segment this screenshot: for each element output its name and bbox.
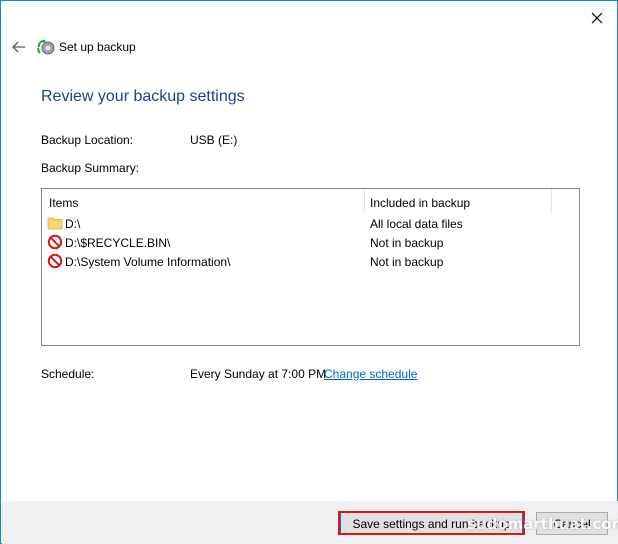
list-item[interactable]: D:\System Volume Information\ Not in bac… (42, 252, 579, 271)
excluded-icon (47, 234, 63, 250)
title-bar: Set up backup (9, 37, 136, 57)
schedule-value: Every Sunday at 7:00 PM (190, 367, 327, 381)
setup-backup-window: Set up backup Review your backup setting… (0, 0, 618, 544)
page-heading: Review your backup settings (41, 88, 245, 105)
close-button[interactable] (585, 7, 609, 29)
watermark-text: sudomarthuat.com (467, 515, 618, 533)
back-button[interactable] (9, 37, 29, 57)
backup-app-icon (37, 39, 55, 55)
schedule-label: Schedule: (41, 367, 95, 381)
back-arrow-icon (12, 41, 25, 53)
column-header-included[interactable]: Included in backup (370, 196, 470, 210)
backup-summary-label: Backup Summary: (41, 161, 140, 175)
column-separator[interactable] (551, 189, 552, 213)
close-icon (591, 12, 603, 24)
column-separator[interactable] (364, 189, 365, 213)
item-status: All local data files (370, 217, 463, 231)
column-header-items[interactable]: Items (49, 196, 78, 210)
excluded-icon (47, 253, 63, 269)
window-title: Set up backup (59, 40, 136, 54)
item-name: D:\ (65, 217, 81, 231)
folder-icon (47, 217, 63, 230)
item-status: Not in backup (370, 236, 444, 250)
list-header: Items Included in backup (42, 189, 579, 215)
backup-summary-list[interactable]: Items Included in backup D:\ All local d… (41, 188, 580, 346)
item-status: Not in backup (370, 255, 444, 269)
backup-location-label: Backup Location: (41, 133, 134, 147)
item-name: D:\$RECYCLE.BIN\ (65, 236, 171, 250)
list-item[interactable]: D:\ All local data files (42, 214, 579, 233)
item-name: D:\System Volume Information\ (65, 255, 231, 269)
backup-location-value: USB (E:) (190, 133, 238, 147)
change-schedule-link[interactable]: Change schedule (324, 367, 417, 381)
list-item[interactable]: D:\$RECYCLE.BIN\ Not in backup (42, 233, 579, 252)
